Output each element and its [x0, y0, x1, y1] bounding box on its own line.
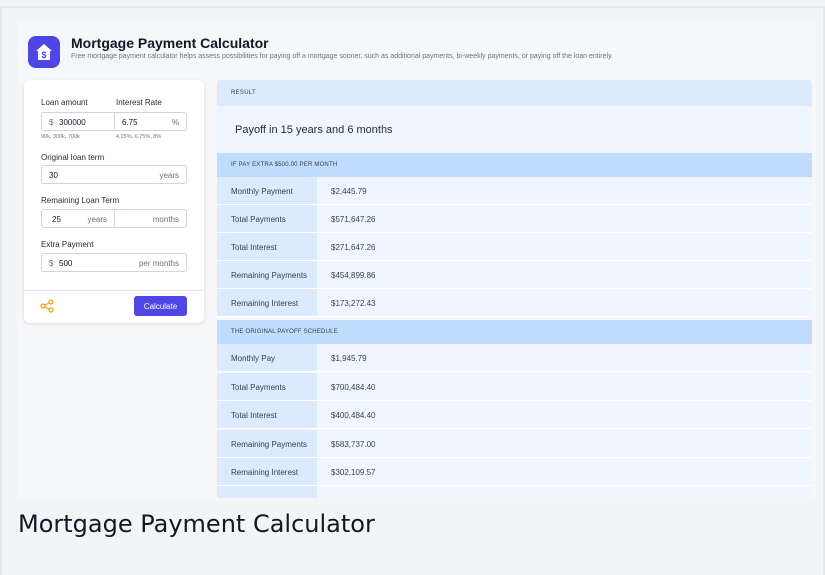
loan-amount-prefix: $ [49, 118, 54, 127]
loan-amount-label: Loan amount [41, 98, 88, 107]
svg-text:$: $ [41, 50, 46, 60]
remaining-term-label: Remaining Loan Term [41, 196, 120, 205]
row-value: $271,647.26 [331, 243, 376, 252]
extra-payment-suffix: per months [138, 259, 179, 268]
table-row: Remaining Interest $173,272.43 [217, 289, 812, 317]
image-caption: Mortgage Payment Calculator [18, 510, 375, 538]
interest-rate-value: 6.75 [122, 118, 138, 127]
extra-payment-label: Extra Payment [41, 240, 94, 249]
row-value: $583,737.00 [331, 440, 376, 449]
calculate-button[interactable]: Calculate [134, 296, 187, 316]
frame-border-top [0, 6, 825, 8]
row-value: $173,272.43 [331, 299, 376, 308]
row-label: Total Payments [231, 383, 286, 392]
row-label: Total Payments [231, 215, 286, 224]
table-row: Total Payments $700,484.40 [217, 373, 812, 401]
table-row: Total Payments $571,647.26 [217, 205, 812, 233]
remaining-months-input[interactable]: months [114, 209, 187, 228]
interest-rate-label: Interest Rate [116, 98, 162, 107]
row-label: Remaining Interest [231, 468, 299, 477]
result-header-text: RESULT [231, 90, 257, 96]
row-label: Remaining Interest [231, 299, 299, 308]
share-icon[interactable] [40, 299, 54, 313]
remaining-years-input[interactable]: 25 years [41, 209, 115, 228]
row-value: $400,484.40 [331, 411, 376, 420]
original-term-suffix: years [159, 171, 179, 180]
row-label: Total Interest [231, 243, 277, 252]
row-label: Total Interest [231, 411, 277, 420]
result-panel: RESULT Payoff in 15 years and 6 months I… [217, 80, 812, 498]
panel-divider [24, 290, 204, 291]
table-row: Remaining Payments $583,737.00 [217, 430, 812, 458]
page-title: Mortgage Payment Calculator [71, 35, 269, 51]
extra-payment-input[interactable]: $ 500 per months [41, 253, 187, 272]
extra-payment-value: 500 [59, 259, 73, 268]
remaining-years-suffix: years [87, 215, 107, 224]
screenshot-frame: $ Mortgage Payment Calculator Free mortg… [0, 0, 825, 575]
extra-section-title: IF PAY EXTRA $500.00 PER MONTH [231, 162, 338, 168]
table-row: Total Interest $271,647.26 [217, 233, 812, 261]
interest-rate-suffix: % [171, 118, 179, 127]
extra-section-header: IF PAY EXTRA $500.00 PER MONTH [217, 153, 812, 177]
interest-rate-input[interactable]: 6.75 % [114, 112, 187, 131]
input-panel: Loan amount Interest Rate $ 300000 6.75 … [24, 80, 204, 323]
row-value: $2,445.79 [331, 187, 367, 196]
original-section-header: THE ORIGINAL PAYOFF SCHEDULE [217, 320, 812, 344]
house-dollar-icon: $ [28, 36, 60, 68]
row-value: $302,109.57 [331, 468, 376, 477]
remaining-months-suffix: months [152, 215, 179, 224]
interest-rate-hint: 4.25%, 6.75%, 8% [116, 134, 162, 140]
extra-payment-prefix: $ [49, 259, 54, 268]
remaining-years-value: 25 [52, 215, 61, 224]
original-term-label: Original loan term [41, 153, 105, 162]
app-header: $ Mortgage Payment Calculator Free mortg… [28, 34, 807, 74]
result-header: RESULT [217, 80, 812, 106]
page-subtitle: Free mortgage payment calculator helps a… [71, 53, 614, 60]
payoff-summary: Payoff in 15 years and 6 months [217, 106, 812, 153]
calculator-app: $ Mortgage Payment Calculator Free mortg… [18, 22, 817, 498]
loan-amount-value: 300000 [59, 118, 86, 127]
table-row: Remaining Interest $302,109.57 [217, 458, 812, 486]
original-section-title: THE ORIGINAL PAYOFF SCHEDULE [231, 329, 338, 335]
original-term-value: 30 [49, 171, 58, 180]
row-value: $571,647.26 [331, 215, 376, 224]
row-label: Remaining Payments [231, 271, 308, 280]
table-row-partial [217, 486, 812, 498]
frame-border-left [0, 6, 2, 575]
loan-amount-input[interactable]: $ 300000 [41, 112, 115, 131]
row-label: Monthly Pay [231, 354, 276, 363]
original-term-input[interactable]: 30 years [41, 165, 187, 184]
table-row: Remaining Payments $454,899.86 [217, 261, 812, 289]
row-label: Remaining Payments [231, 440, 308, 449]
table-row: Total Interest $400,484.40 [217, 401, 812, 429]
row-value: $1,945.79 [331, 354, 367, 363]
row-label: Monthly Payment [231, 187, 293, 196]
row-value: $700,484.40 [331, 383, 376, 392]
payoff-text: Payoff in 15 years and 6 months [235, 124, 393, 136]
loan-amount-hint: 90k, 300k, 700k [41, 134, 80, 140]
table-row: Monthly Pay $1,945.79 [217, 344, 812, 372]
row-value: $454,899.86 [331, 271, 376, 280]
table-row: Monthly Payment $2,445.79 [217, 177, 812, 205]
